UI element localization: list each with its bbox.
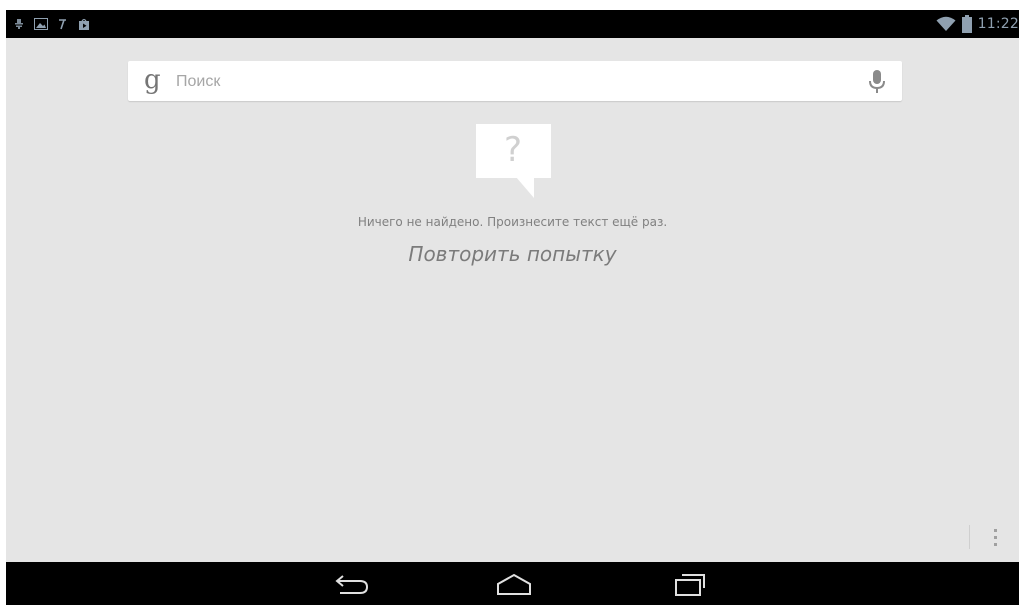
back-button[interactable] (330, 570, 374, 598)
no-match-illustration: ? (476, 124, 552, 200)
retry-button[interactable]: Повторить попытку (6, 242, 1019, 266)
home-icon (497, 573, 531, 595)
back-arrow-icon (335, 575, 369, 594)
recent-apps-icon (675, 574, 705, 596)
status-time: 11:22 (977, 16, 1019, 32)
search-box[interactable]: g (128, 61, 902, 101)
screen: 11:22 g ? Ничего не найдено. Произнесите… (0, 0, 1019, 605)
navigation-bar (6, 562, 1019, 605)
microphone-icon[interactable] (866, 69, 888, 95)
system-status-icons: 11:22 (936, 14, 1019, 34)
usb-debug-icon (14, 18, 24, 30)
status-bar: 11:22 (6, 10, 1019, 38)
question-mark-icon: ? (503, 130, 523, 170)
home-button[interactable] (492, 570, 536, 598)
google-logo-icon: g (144, 65, 161, 95)
wifi-icon (936, 16, 956, 32)
no-results-message: Ничего не найдено. Произнесите текст ещё… (357, 215, 668, 229)
notification-icons (14, 16, 90, 32)
image-notification-icon (34, 18, 48, 30)
battery-icon (961, 15, 972, 33)
voice-search-screen: g ? Ничего не найдено. Произнесите текст… (6, 38, 1019, 562)
search-input[interactable] (176, 71, 836, 93)
recent-apps-button[interactable] (670, 570, 714, 598)
overflow-menu-icon[interactable] (990, 528, 1000, 548)
menu-divider (969, 525, 970, 549)
play-store-notification-icon (78, 18, 90, 31)
text-notification-icon (58, 18, 68, 30)
